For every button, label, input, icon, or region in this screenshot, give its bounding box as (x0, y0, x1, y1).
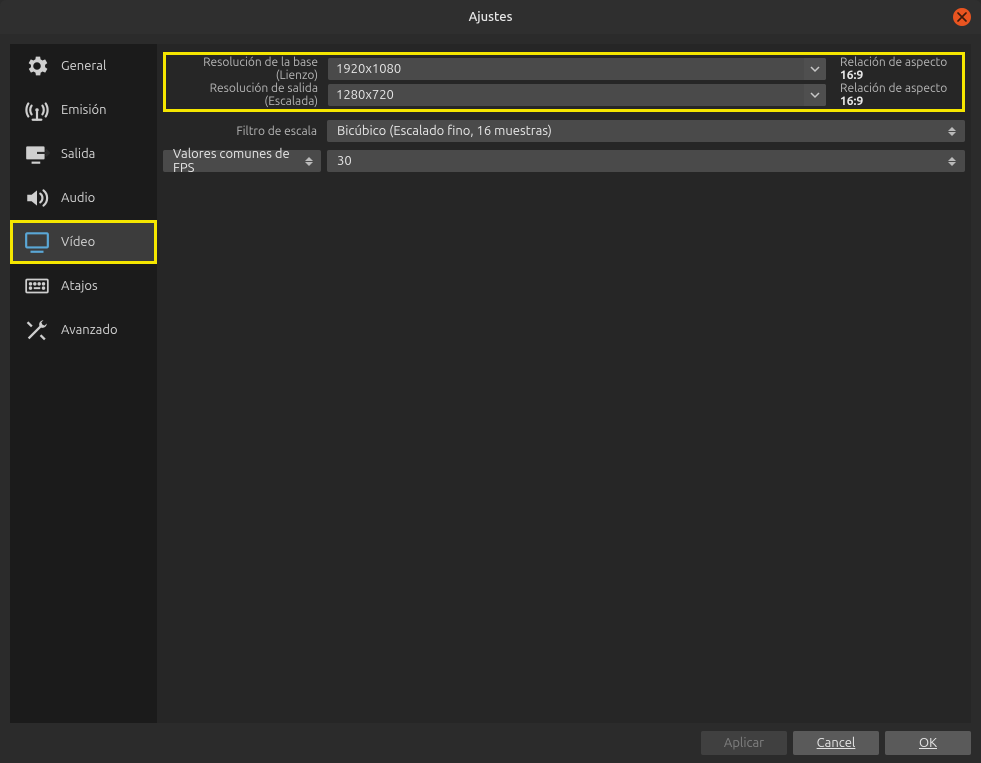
tools-icon (23, 316, 51, 344)
spinner-arrows-icon (945, 157, 959, 166)
sidebar-item-general[interactable]: General (10, 44, 157, 88)
sidebar-item-hotkeys[interactable]: Atajos (10, 264, 157, 308)
aspect-prefix: Relación de aspecto (840, 82, 947, 95)
sidebar-item-label: Atajos (61, 279, 98, 293)
content-row: General Emisión Salida Audio (10, 44, 971, 723)
close-button[interactable] (953, 8, 971, 26)
fps-value: 30 (337, 154, 352, 168)
sidebar-item-label: Salida (61, 147, 95, 161)
row-base-resolution: Resolución de la base (Lienzo) 1920x1080… (168, 56, 960, 82)
keyboard-icon (23, 272, 51, 300)
fps-value-select[interactable]: 30 (327, 150, 965, 172)
base-resolution-value: 1920x1080 (336, 62, 401, 76)
dialog-footer: Aplicar Cancel OK (701, 731, 971, 755)
ok-button[interactable]: OK (885, 731, 971, 755)
window-title: Ajustes (469, 10, 513, 24)
scale-filter-value: Bicúbico (Escalado fino, 16 muestras) (337, 124, 552, 138)
settings-body: General Emisión Salida Audio (0, 34, 981, 763)
sidebar-item-advanced[interactable]: Avanzado (10, 308, 157, 352)
output-icon (23, 140, 51, 168)
base-resolution-combo[interactable]: 1920x1080 (328, 58, 826, 80)
spinner-arrows-icon (945, 127, 959, 136)
sidebar-item-label: Audio (61, 191, 95, 205)
chevron-down-icon (804, 58, 826, 80)
speaker-icon (23, 184, 51, 212)
titlebar: Ajustes (0, 0, 981, 34)
base-aspect-label: Relación de aspecto 16:9 (832, 56, 960, 82)
apply-button-label: Aplicar (724, 736, 764, 750)
output-resolution-combo[interactable]: 1280x720 (328, 84, 826, 106)
output-aspect-label: Relación de aspecto 16:9 (832, 82, 960, 108)
sidebar-item-video[interactable]: Vídeo (10, 220, 157, 264)
highlighted-resolution-group: Resolución de la base (Lienzo) 1920x1080… (163, 52, 965, 112)
sidebar-item-label: Vídeo (61, 235, 95, 249)
apply-button[interactable]: Aplicar (701, 731, 787, 755)
output-resolution-value: 1280x720 (336, 88, 394, 102)
sidebar-item-label: Avanzado (61, 323, 118, 337)
cancel-button-label: Cancel (817, 736, 856, 750)
aspect-ratio-value: 16:9 (840, 95, 863, 108)
row-scale-filter: Filtro de escala Bicúbico (Escalado fino… (163, 118, 965, 144)
broadcast-icon (23, 96, 51, 124)
spinner-arrows-icon (302, 157, 315, 166)
row-fps: Valores comunes de FPS 30 (163, 148, 965, 174)
fps-mode-value: Valores comunes de FPS (173, 147, 302, 175)
gear-icon (23, 52, 51, 80)
sidebar-item-output[interactable]: Salida (10, 132, 157, 176)
monitor-icon (23, 228, 51, 256)
sidebar-item-label: General (61, 59, 106, 73)
sidebar-item-label: Emisión (61, 103, 107, 117)
sidebar-item-stream[interactable]: Emisión (10, 88, 157, 132)
ok-button-label: OK (919, 736, 937, 750)
sidebar-item-audio[interactable]: Audio (10, 176, 157, 220)
aspect-prefix: Relación de aspecto (840, 56, 947, 69)
cancel-button[interactable]: Cancel (793, 731, 879, 755)
close-icon (957, 12, 967, 22)
label-output-resolution: Resolución de salida (Escalada) (168, 82, 322, 108)
row-output-resolution: Resolución de salida (Escalada) 1280x720… (168, 82, 960, 108)
label-scale-filter: Filtro de escala (163, 125, 321, 138)
label-base-resolution: Resolución de la base (Lienzo) (168, 56, 322, 82)
fps-mode-select[interactable]: Valores comunes de FPS (163, 150, 321, 172)
sidebar: General Emisión Salida Audio (10, 44, 157, 723)
chevron-down-icon (804, 84, 826, 106)
scale-filter-select[interactable]: Bicúbico (Escalado fino, 16 muestras) (327, 120, 965, 142)
settings-panel-video: Resolución de la base (Lienzo) 1920x1080… (157, 44, 971, 723)
aspect-ratio-value: 16:9 (840, 69, 863, 82)
